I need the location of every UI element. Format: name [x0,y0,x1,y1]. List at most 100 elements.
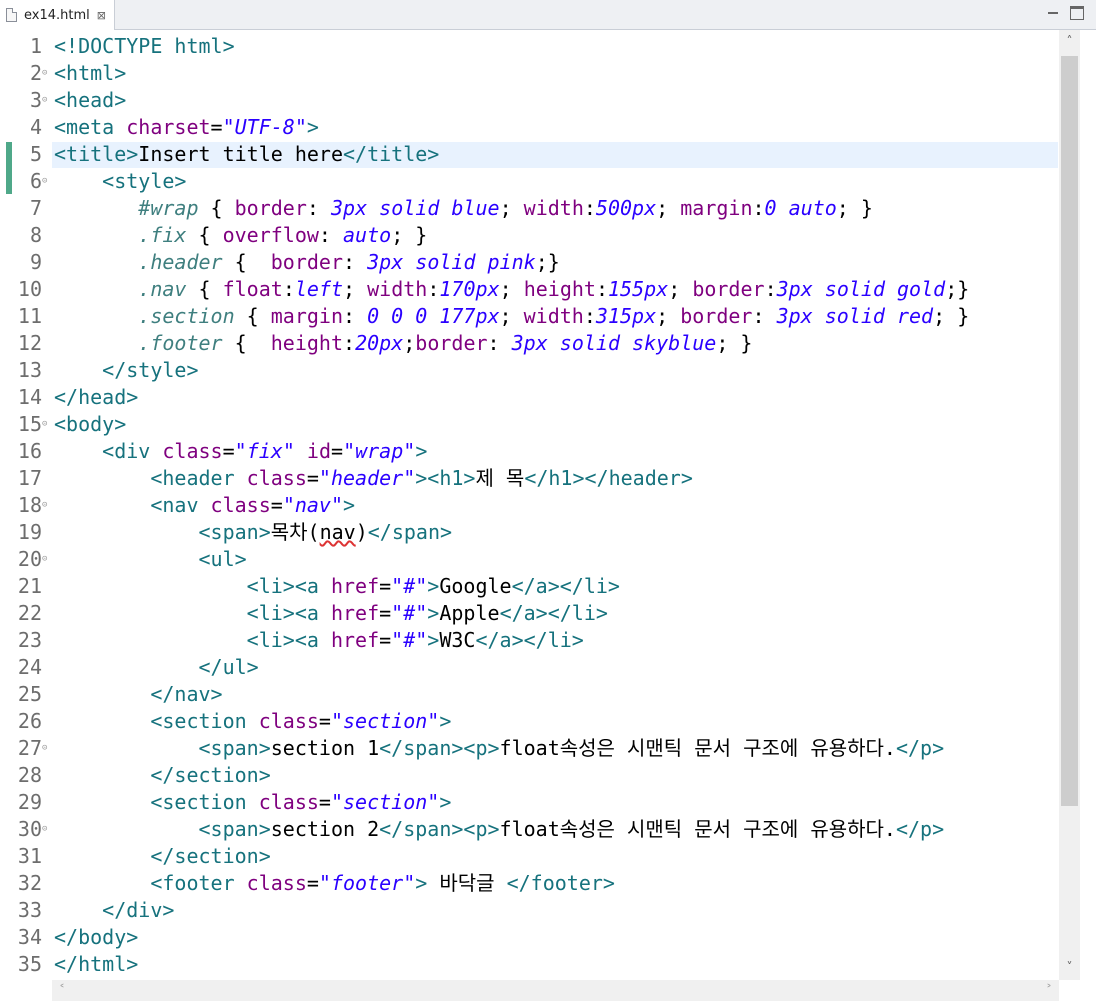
line-number: 9 [29,250,42,274]
tag-token: </p> [895,817,945,841]
tag-token: </p> [895,736,945,760]
code-line: <li><a href="#">Google</a></li> [54,573,620,600]
attr-name-token: class [258,709,319,733]
tag-token: <html> [54,61,127,85]
tag-token: <meta [54,115,127,139]
tag-token: <li><a [246,601,331,625]
line-number: 32 [17,871,42,895]
minimize-icon[interactable] [1046,6,1060,20]
fold-icon[interactable]: ⊝ [42,492,47,519]
horizontal-scrollbar[interactable]: ˂ ˃ [52,980,1059,1001]
text-token: = [379,601,392,625]
line-number: 29 [17,790,42,814]
scroll-right-icon[interactable]: ˃ [1039,980,1059,1001]
attr-value-token: "#" [391,628,428,652]
tag-token: </footer> [506,871,615,895]
code-editor[interactable]: 1 2 3 4 5 6 7 8 9 10 11 12 13 14 15 16 1… [0,30,1096,1003]
tag-token: <section [150,709,259,733]
attr-name-token: class [246,871,307,895]
tag-token: > [427,601,440,625]
vertical-scrollbar[interactable]: ˄ ˅ [1059,30,1080,980]
code-line: .footer { height:20px;border: 3px solid … [54,330,752,357]
code-line: #wrap { border: 3px solid blue; width:50… [54,195,873,222]
close-icon[interactable]: ⊠ [97,9,106,22]
maximize-icon[interactable] [1070,6,1084,20]
attr-value-token: "UTF-8" [222,115,307,139]
line-number: 21 [17,574,42,598]
attr-name-token: class [210,493,271,517]
text-token: ; } [391,223,428,247]
tag-token: </ul> [198,655,259,679]
line-number: 7 [29,196,42,220]
line-number: 3 [29,88,42,112]
code-line: <meta charset="UTF-8"> [54,114,319,141]
line-number-ruler: 1 2 3 4 5 6 7 8 9 10 11 12 13 14 15 16 1… [0,30,52,980]
text-token: ; } [836,196,873,220]
line-number: 2 [29,61,42,85]
tag-token: <style> [102,169,187,193]
line-number: 27 [17,736,42,760]
tag-token: > [415,439,428,463]
attr-name-token: href [330,601,380,625]
fold-icon[interactable]: ⊝ [42,87,47,114]
css-value-token: 3px solid gold [776,277,946,301]
css-property-token: margin [680,196,753,220]
fold-icon[interactable]: ⊝ [42,60,47,87]
scroll-up-icon[interactable]: ˄ [1059,30,1080,52]
css-value-token: 3px solid skyblue [511,331,717,355]
css-value-token: 3px solid pink [367,250,536,274]
line-number: 30 [17,817,42,841]
tag-token: > [427,628,440,652]
line-number: 8 [29,223,42,247]
code-area[interactable]: <!DOCTYPE html> <html> <head> <meta char… [52,30,1058,980]
text-token: ;} [535,250,560,274]
fold-icon[interactable]: ⊝ [42,168,47,195]
line-number: 33 [17,898,42,922]
fold-icon[interactable]: ⊝ [42,546,47,573]
text-token: ; [499,277,524,301]
text-token: : [595,277,608,301]
html-file-icon [6,8,17,22]
line-number: 13 [17,358,42,382]
scroll-left-icon[interactable]: ˂ [52,980,72,1001]
fold-icon[interactable]: ⊝ [42,411,47,438]
line-number: 11 [17,304,42,328]
text-token: ; } [716,331,753,355]
line-number: 24 [17,655,42,679]
tag-token: > [415,871,428,895]
css-value-token: 500px [595,196,657,220]
attr-value-token: "#" [391,574,428,598]
css-value-token: 315px [595,304,657,328]
tag-token: > [427,574,440,598]
tag-token: > [306,115,319,139]
scroll-down-icon[interactable]: ˅ [1059,956,1080,978]
line-number: 31 [17,844,42,868]
text-token: = [306,466,319,490]
code-line: <!DOCTYPE html> [54,33,235,60]
text-token: = [306,871,319,895]
tab-ex14-html[interactable]: ex14.html ⊠ [0,0,115,30]
css-selector-token: #wrap [138,196,199,220]
code-line: <style> [54,168,186,195]
vertical-scroll-thumb[interactable] [1061,56,1078,806]
attr-name-token: href [330,574,380,598]
text-token: : [764,277,777,301]
tag-token: </a></li> [475,628,584,652]
fold-icon[interactable]: ⊝ [42,735,47,762]
attr-name-token: href [330,628,380,652]
tag-token: <title> [54,142,139,166]
tag-token: <nav [150,493,211,517]
text-token: ; } [933,304,970,328]
code-line: <span>목차(nav)</span> [54,519,453,546]
line-number: 17 [17,466,42,490]
code-line: <ul> [54,546,247,573]
text-token: : [343,250,368,274]
fold-icon[interactable]: ⊝ [42,816,47,843]
